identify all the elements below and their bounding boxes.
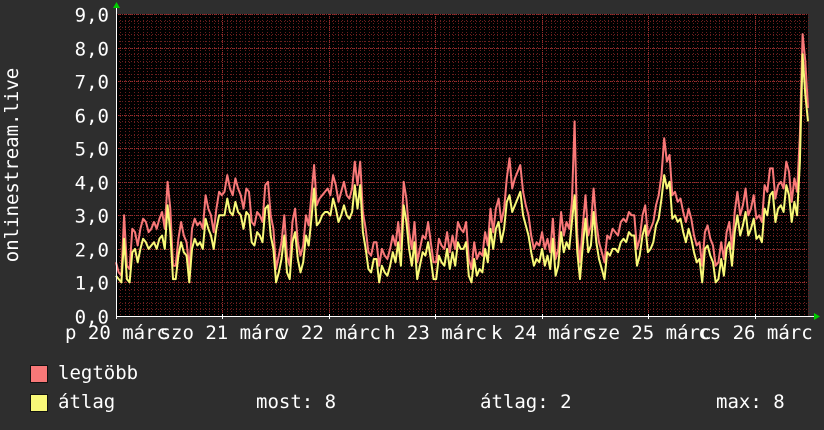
x-tick-label: v 22 márc bbox=[278, 322, 381, 344]
x-tick-label: szo 21 márc bbox=[160, 322, 286, 344]
legend-item-average: átlag most: 8 átlag: 2 max: 8 bbox=[30, 391, 810, 413]
x-tick-label: p 20 márc bbox=[65, 322, 168, 344]
x-axis-arrow-icon bbox=[814, 313, 820, 320]
y-tick-label: 7,0 bbox=[75, 72, 109, 94]
y-axis-arrow-icon bbox=[113, 2, 120, 8]
legend-label-max: legtöbb bbox=[58, 362, 139, 384]
y-tick-label: 3,0 bbox=[75, 206, 109, 228]
y-tick-label: 6,0 bbox=[75, 106, 109, 128]
y-tick-label: 2,0 bbox=[75, 240, 109, 262]
x-tick-label: cs 26 márc bbox=[698, 322, 812, 344]
y-axis-label-container: onlinestream.live bbox=[0, 0, 26, 300]
legend-swatch-average bbox=[30, 394, 48, 412]
legend-label-average: átlag bbox=[58, 391, 116, 413]
legend-swatch-max bbox=[30, 365, 48, 383]
y-tick-label: 8,0 bbox=[75, 39, 109, 61]
x-tick-label: h 23 márc bbox=[384, 322, 487, 344]
y-tick-label: 5,0 bbox=[75, 139, 109, 161]
y-tick-label: 4,0 bbox=[75, 173, 109, 195]
y-tick-label: 9,0 bbox=[75, 5, 109, 27]
y-axis-label: onlinestream.live bbox=[1, 67, 23, 263]
x-tick-label: sze 25 márc bbox=[586, 322, 712, 344]
x-tick-label: k 24 márc bbox=[491, 322, 594, 344]
y-tick-label: 1,0 bbox=[75, 273, 109, 295]
stat-current: most: 8 bbox=[256, 391, 337, 413]
stat-average: átlag: 2 bbox=[480, 391, 572, 413]
stat-maximum: max: 8 bbox=[716, 391, 785, 413]
